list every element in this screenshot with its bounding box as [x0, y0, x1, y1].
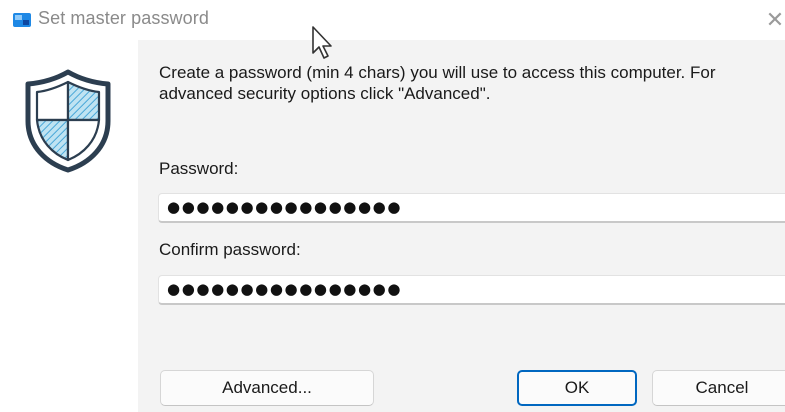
mouse-cursor-icon	[312, 26, 332, 59]
master-password-dialog: Set master password ✕ Create a password …	[0, 0, 785, 412]
confirm-password-field[interactable]: ●●●●●●●●●●●●●●●●	[158, 275, 785, 305]
instructions-line-1: Create a password (min 4 chars) you will…	[159, 63, 716, 82]
shield-icon	[25, 69, 111, 173]
close-button[interactable]: ✕	[762, 6, 785, 34]
confirm-password-label: Confirm password:	[159, 240, 301, 259]
cancel-button[interactable]: Cancel	[652, 370, 785, 406]
instructions-line-2: advanced security options click "Advance…	[159, 84, 491, 103]
window-title: Set master password	[38, 8, 209, 28]
password-field[interactable]: ●●●●●●●●●●●●●●●●	[158, 193, 785, 223]
instructions-text: Create a password (min 4 chars) you will…	[159, 62, 785, 104]
app-shield-icon	[13, 13, 31, 27]
close-icon: ✕	[765, 7, 785, 32]
password-label: Password:	[159, 159, 239, 178]
advanced-button[interactable]: Advanced...	[160, 370, 374, 406]
ok-button[interactable]: OK	[517, 370, 637, 406]
title-bar: Set master password ✕	[0, 0, 785, 40]
